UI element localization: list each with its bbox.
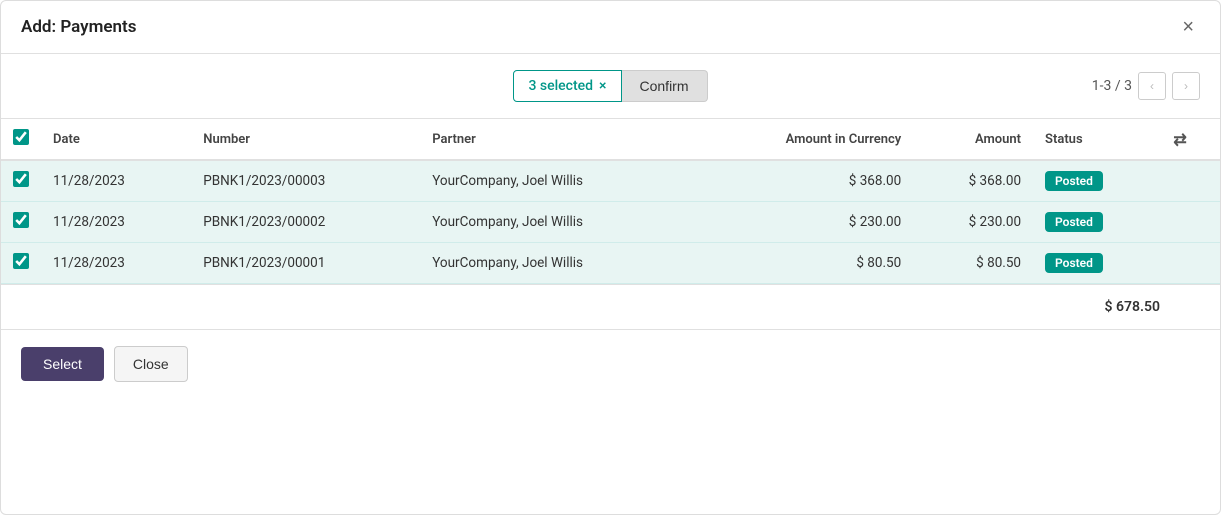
row-amount-in-currency: $ 368.00 xyxy=(694,160,913,202)
row-amount: $ 368.00 xyxy=(913,160,1033,202)
row-checkbox[interactable] xyxy=(13,253,29,269)
row-amount: $ 230.00 xyxy=(913,202,1033,243)
status-badge: Posted xyxy=(1045,253,1103,273)
dialog-title: Add: Payments xyxy=(21,17,136,37)
footer: Select Close xyxy=(1,330,1220,398)
status-badge: Posted xyxy=(1045,171,1103,191)
clear-selection-icon[interactable]: × xyxy=(599,78,606,94)
row-number: PBNK1/2023/00001 xyxy=(191,243,420,284)
status-badge: Posted xyxy=(1045,212,1103,232)
header-checkbox-cell xyxy=(1,119,41,161)
toolbar: 3 selected × Confirm 1-3 / 3 ‹ › xyxy=(1,54,1220,118)
selected-count-label: 3 selected xyxy=(528,78,593,94)
row-amount-in-currency: $ 80.50 xyxy=(694,243,913,284)
row-checkbox-cell xyxy=(1,243,41,284)
header-amount: Amount xyxy=(913,119,1033,161)
row-status: Posted xyxy=(1033,160,1161,202)
select-button[interactable]: Select xyxy=(21,347,104,381)
row-checkbox-cell xyxy=(1,160,41,202)
row-partner: YourCompany, Joel Willis xyxy=(420,243,694,284)
row-amount-in-currency: $ 230.00 xyxy=(694,202,913,243)
row-checkbox[interactable] xyxy=(13,212,29,228)
row-status: Posted xyxy=(1033,243,1161,284)
header-status: Status xyxy=(1033,119,1161,161)
total-amount: $ 678.50 xyxy=(1105,299,1160,315)
header-date: Date xyxy=(41,119,191,161)
prev-page-button[interactable]: ‹ xyxy=(1138,72,1166,100)
row-amount: $ 80.50 xyxy=(913,243,1033,284)
row-number: PBNK1/2023/00002 xyxy=(191,202,420,243)
close-button[interactable]: Close xyxy=(114,346,188,382)
row-partner: YourCompany, Joel Willis xyxy=(420,202,694,243)
table-header-row: Date Number Partner Amount in Currency A… xyxy=(1,119,1220,161)
header-number: Number xyxy=(191,119,420,161)
select-all-checkbox[interactable] xyxy=(13,129,29,145)
close-icon[interactable]: × xyxy=(1176,15,1200,39)
table-row: 11/28/2023 PBNK1/2023/00001 YourCompany,… xyxy=(1,243,1220,284)
pagination-label: 1-3 / 3 xyxy=(1092,78,1132,94)
row-checkbox-cell xyxy=(1,202,41,243)
selected-badge[interactable]: 3 selected × xyxy=(513,70,621,102)
table-row: 11/28/2023 PBNK1/2023/00002 YourCompany,… xyxy=(1,202,1220,243)
row-date: 11/28/2023 xyxy=(41,243,191,284)
add-payments-dialog: Add: Payments × 3 selected × Confirm 1-3… xyxy=(0,0,1221,515)
header-amount-in-currency: Amount in Currency xyxy=(694,119,913,161)
confirm-button[interactable]: Confirm xyxy=(622,70,708,102)
header-settings: ⇄ xyxy=(1161,119,1220,161)
row-checkbox[interactable] xyxy=(13,171,29,187)
totals-row: $ 678.50 xyxy=(1,284,1220,330)
row-settings-cell xyxy=(1161,202,1220,243)
row-partner: YourCompany, Joel Willis xyxy=(420,160,694,202)
payments-table: Date Number Partner Amount in Currency A… xyxy=(1,118,1220,284)
table-body: 11/28/2023 PBNK1/2023/00003 YourCompany,… xyxy=(1,160,1220,284)
toolbar-center: 3 selected × Confirm xyxy=(513,70,707,102)
dialog-header: Add: Payments × xyxy=(1,1,1220,54)
table-row: 11/28/2023 PBNK1/2023/00003 YourCompany,… xyxy=(1,160,1220,202)
row-settings-cell xyxy=(1161,160,1220,202)
column-settings-icon[interactable]: ⇄ xyxy=(1173,130,1186,149)
header-partner: Partner xyxy=(420,119,694,161)
row-date: 11/28/2023 xyxy=(41,202,191,243)
next-page-button[interactable]: › xyxy=(1172,72,1200,100)
row-status: Posted xyxy=(1033,202,1161,243)
row-number: PBNK1/2023/00003 xyxy=(191,160,420,202)
row-settings-cell xyxy=(1161,243,1220,284)
pagination: 1-3 / 3 ‹ › xyxy=(1092,72,1200,100)
row-date: 11/28/2023 xyxy=(41,160,191,202)
